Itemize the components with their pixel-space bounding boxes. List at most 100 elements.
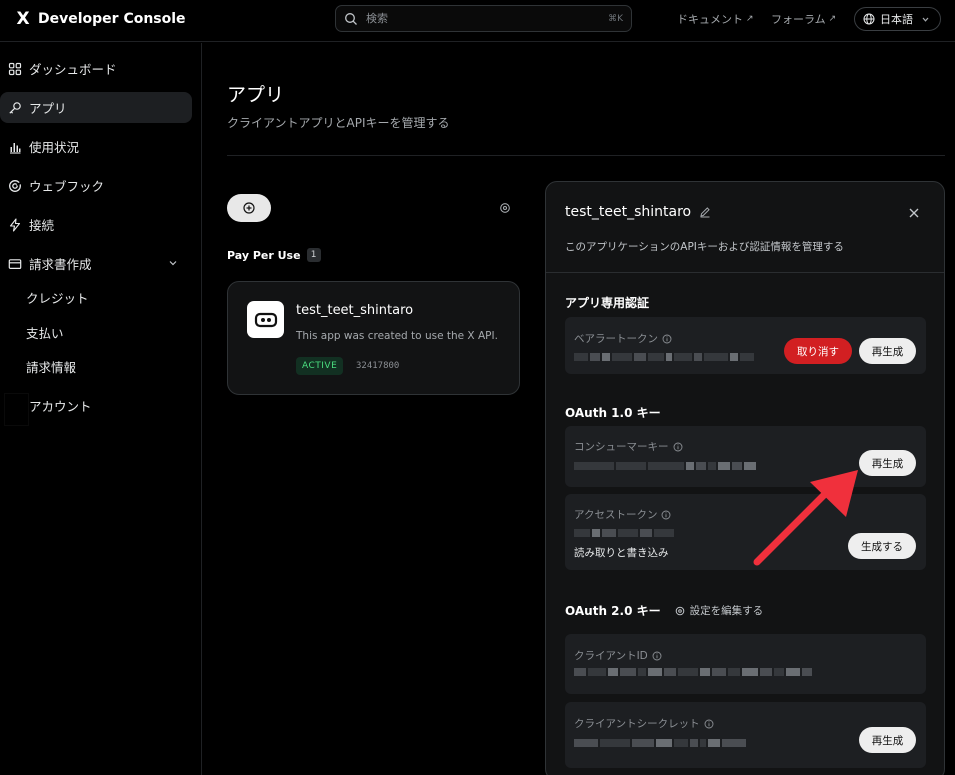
- info-icon[interactable]: [704, 719, 714, 729]
- client-secret-label-text: クライアントシークレット: [574, 718, 700, 730]
- bearer-token-label-text: ベアラートークン: [574, 333, 658, 345]
- sidebar-item-label: 使用状況: [29, 140, 80, 155]
- plan-name: Pay Per Use: [227, 248, 301, 262]
- consumer-key-box: コンシューマーキー 再生成: [565, 426, 926, 487]
- generate-access-token-button[interactable]: 生成する: [848, 533, 916, 559]
- chevron-down-icon: [169, 261, 177, 266]
- docs-link-label: ドキュメント: [677, 13, 743, 26]
- client-secret-box: クライアントシークレット 再生成: [565, 702, 926, 768]
- app-detail-panel: test_teet_shintaro このアプリケーションのAPIキーおよび認証…: [545, 181, 945, 775]
- divider: [227, 155, 945, 156]
- sidebar-item-apps[interactable]: アプリ: [0, 92, 192, 123]
- client-id-label-text: クライアントID: [574, 650, 648, 662]
- external-link-icon: ↗: [746, 14, 754, 24]
- forum-link[interactable]: フォーラム ↗: [771, 11, 836, 27]
- bearer-token-value: [574, 353, 754, 361]
- regenerate-client-secret-button[interactable]: 再生成: [859, 727, 916, 753]
- app-id: 32417800: [356, 361, 400, 371]
- close-icon[interactable]: [908, 207, 920, 219]
- client-secret-label: クライアントシークレット: [574, 716, 714, 731]
- sidebar-item-webhooks[interactable]: ウェブフック: [0, 170, 192, 201]
- sidebar-subitem-payments[interactable]: 支払い: [26, 323, 64, 342]
- app-card[interactable]: test_teet_shintaro This app was created …: [227, 281, 520, 395]
- top-bar: X Developer Console ⌘K ドキュメント ↗ フォーラム ↗ …: [0, 0, 955, 42]
- avatar: [4, 393, 29, 426]
- client-id-value: [574, 668, 812, 676]
- brand-name: Developer Console: [38, 11, 186, 27]
- app-count-badge: 1: [306, 248, 321, 262]
- client-id-label: クライアントID: [574, 648, 662, 663]
- status-badge: ACTIVE: [296, 357, 344, 375]
- access-permission: 読み取りと書き込み: [574, 547, 669, 559]
- sidebar-item-label: 請求書作成: [29, 257, 92, 272]
- bearer-token-box: ベアラートークン 取り消す 再生成: [565, 317, 926, 374]
- panel-subtitle: このアプリケーションのAPIキーおよび認証情報を管理する: [565, 241, 844, 253]
- sidebar-subitem-billing-info[interactable]: 請求情報: [26, 357, 76, 376]
- card-icon: [8, 258, 22, 269]
- regenerate-consumer-key-button[interactable]: 再生成: [859, 450, 916, 476]
- sidebar-item-connections[interactable]: 接続: [0, 209, 192, 240]
- app-name[interactable]: test_teet_shintaro: [296, 303, 413, 318]
- app-logo-icon: [247, 301, 284, 338]
- access-token-label-text: アクセストークン: [574, 509, 658, 521]
- search-shortcut: ⌘K: [608, 13, 623, 24]
- panel-title: test_teet_shintaro: [565, 204, 711, 220]
- page-subtitle: クライアントアプリとAPIキーを管理する: [227, 116, 450, 130]
- settings-icon[interactable]: [499, 202, 511, 214]
- sidebar-item-billing[interactable]: 請求書作成: [0, 248, 192, 279]
- sidebar-item-label: 接続: [29, 218, 55, 233]
- app-auth-heading: アプリ専用認証: [565, 296, 650, 310]
- edit-icon[interactable]: [699, 206, 711, 218]
- webhook-icon: [9, 179, 21, 192]
- info-icon[interactable]: [662, 334, 672, 344]
- sidebar-item-account[interactable]: アカウント: [29, 396, 92, 415]
- settings-icon: [675, 606, 684, 615]
- plus-circle-icon: [243, 202, 255, 214]
- app-description: This app was created to use the X API.: [296, 330, 498, 342]
- oauth2-heading: OAuth 2.0 キー 設定を編集する: [565, 602, 763, 619]
- consumer-key-label: コンシューマーキー: [574, 439, 683, 454]
- sidebar-item-dashboard[interactable]: ダッシュボード: [0, 53, 192, 84]
- search-box[interactable]: ⌘K: [335, 5, 632, 32]
- language-selector[interactable]: 日本語: [854, 7, 941, 31]
- search-input[interactable]: [366, 12, 609, 25]
- consumer-key-value: [574, 462, 756, 470]
- consumer-key-label-text: コンシューマーキー: [574, 441, 669, 453]
- chevron-down-icon: [922, 17, 929, 22]
- regenerate-bearer-button[interactable]: 再生成: [859, 338, 916, 364]
- divider: [546, 272, 944, 273]
- language-label: 日本語: [880, 13, 913, 26]
- page-title: アプリ: [227, 84, 285, 106]
- bearer-token-label: ベアラートークン: [574, 331, 672, 346]
- access-token-box: アクセストークン 読み取りと書き込み 生成する: [565, 494, 926, 570]
- edit-settings-link[interactable]: 設定を編集する: [675, 603, 764, 618]
- plan-section-label: Pay Per Use 1: [227, 248, 321, 262]
- edit-settings-label: 設定を編集する: [689, 605, 764, 617]
- external-link-icon: ↗: [828, 14, 837, 24]
- globe-icon: [863, 13, 875, 25]
- access-token-label: アクセストークン: [574, 507, 671, 522]
- client-id-box: クライアントID: [565, 634, 926, 694]
- search-icon: [345, 12, 357, 25]
- docs-link[interactable]: ドキュメント ↗: [677, 11, 754, 27]
- brand[interactable]: X Developer Console: [14, 9, 186, 29]
- revoke-button[interactable]: 取り消す: [784, 338, 852, 364]
- sidebar-subitem-credits[interactable]: クレジット: [26, 288, 89, 307]
- forum-link-label: フォーラム: [771, 13, 826, 26]
- info-icon[interactable]: [673, 442, 683, 452]
- panel-title-text: test_teet_shintaro: [565, 204, 692, 220]
- grid-icon: [8, 62, 22, 75]
- info-icon[interactable]: [652, 651, 662, 661]
- bolt-icon: [9, 217, 21, 232]
- sidebar-item-label: ウェブフック: [29, 179, 105, 194]
- add-app-button[interactable]: [227, 194, 271, 222]
- client-secret-value: [574, 739, 746, 747]
- sidebar-item-label: アプリ: [29, 101, 67, 116]
- access-token-value: [574, 529, 674, 537]
- key-icon: [9, 101, 21, 114]
- sidebar-item-usage[interactable]: 使用状況: [0, 131, 192, 162]
- bar-chart-icon: [10, 142, 21, 154]
- info-icon[interactable]: [661, 510, 671, 520]
- oauth2-heading-text: OAuth 2.0 キー: [565, 604, 661, 618]
- sidebar: ダッシュボード アプリ 使用状況 ウェブフック 接続 請求書作成 クレジット 支…: [0, 43, 202, 775]
